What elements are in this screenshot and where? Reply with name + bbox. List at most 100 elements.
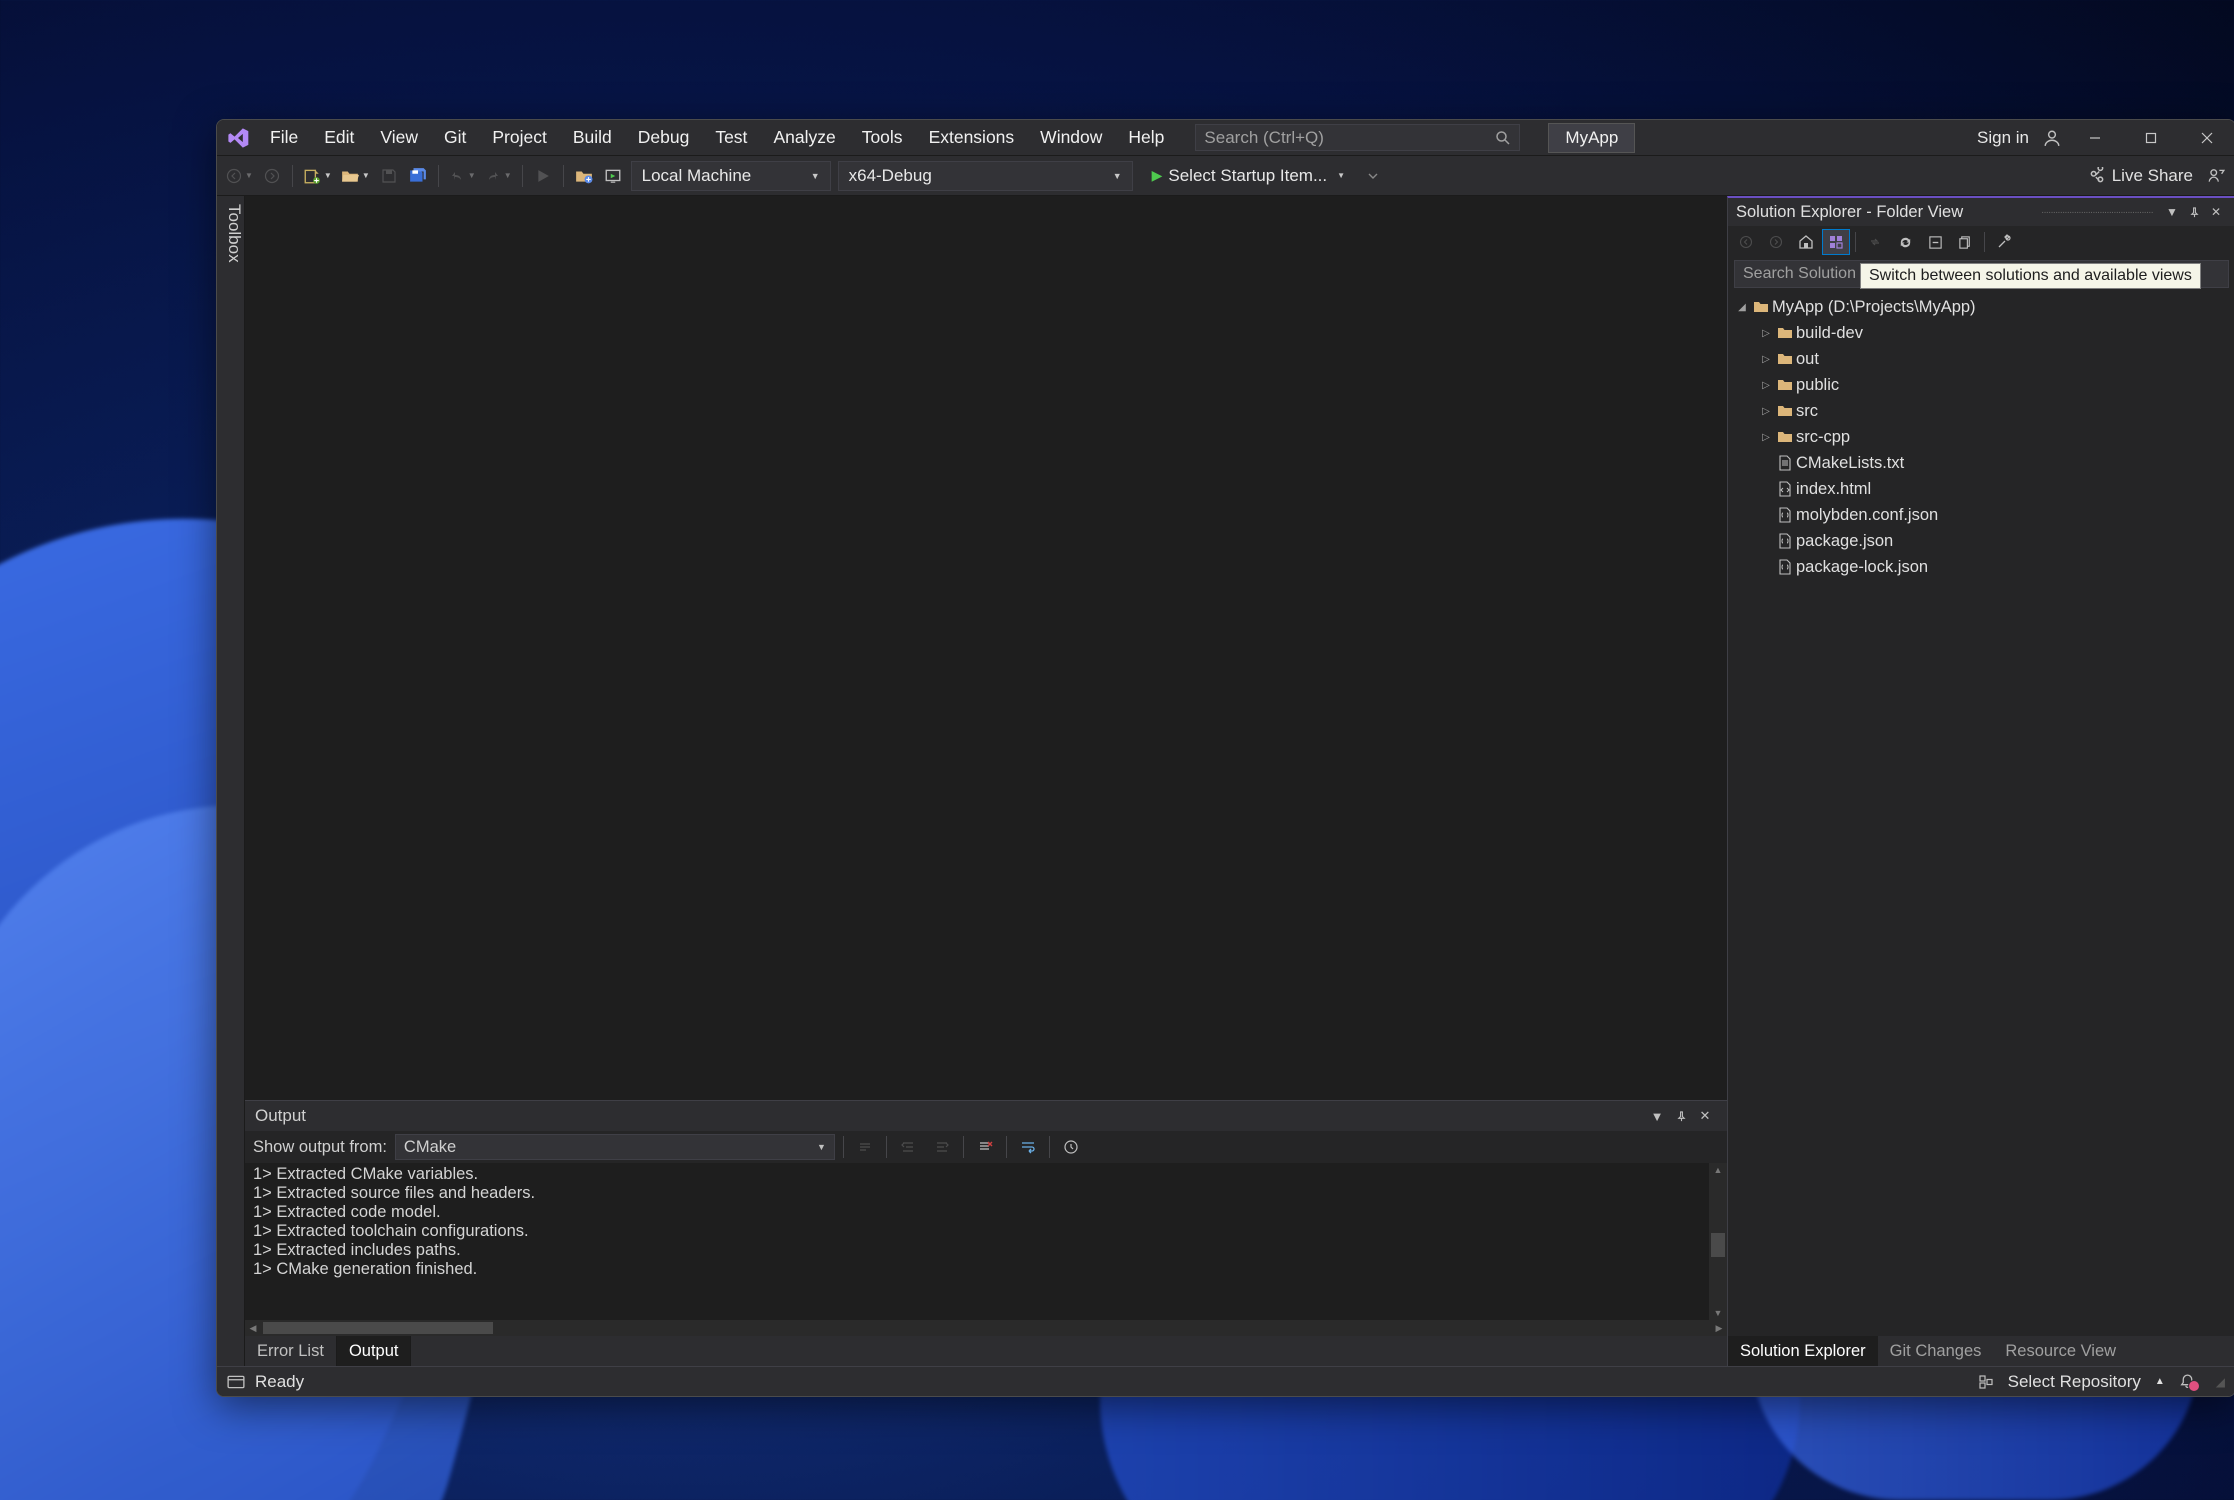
output-clear-button[interactable] <box>972 1133 998 1161</box>
repository-selector[interactable]: Select Repository <box>2008 1372 2141 1392</box>
save-all-button[interactable] <box>405 162 431 190</box>
source-control-icon[interactable] <box>1978 1374 1994 1390</box>
sol-collapse-all-button[interactable] <box>1921 229 1949 255</box>
menu-build[interactable]: Build <box>560 120 625 155</box>
feedback-button[interactable] <box>2203 162 2229 190</box>
output-icon[interactable] <box>227 1373 245 1391</box>
tree-folder[interactable]: ▷ src <box>1728 398 2234 424</box>
sol-switch-views-button[interactable] <box>1822 229 1850 255</box>
tree-file[interactable]: package.json <box>1728 528 2234 554</box>
chevron-up-icon[interactable]: ▲ <box>2155 1376 2165 1387</box>
output-find-prev-icon[interactable] <box>852 1133 878 1161</box>
tab-git-changes[interactable]: Git Changes <box>1878 1336 1994 1366</box>
redo-button[interactable]: ▼ <box>482 162 515 190</box>
sol-home-button[interactable] <box>1792 229 1820 255</box>
menu-project[interactable]: Project <box>479 120 559 155</box>
close-button[interactable] <box>2179 120 2234 156</box>
menu-window[interactable]: Window <box>1027 120 1115 155</box>
tab-solution-explorer[interactable]: Solution Explorer <box>1728 1336 1878 1366</box>
solution-configurations-button[interactable] <box>571 162 597 190</box>
collapse-icon[interactable]: ◢ <box>1734 302 1750 313</box>
start-debugging-button[interactable]: ▶ Select Startup Item... ▼ <box>1144 161 1353 191</box>
vs-logo-icon[interactable] <box>221 120 255 156</box>
tree-folder[interactable]: ▷ public <box>1728 372 2234 398</box>
notifications-icon[interactable] <box>2179 1373 2196 1390</box>
output-text-area[interactable]: 1> Extracted CMake variables.1> Extracte… <box>245 1163 1727 1336</box>
maximize-button[interactable] <box>2123 120 2179 156</box>
tree-file[interactable]: molybden.conf.json <box>1728 502 2234 528</box>
sol-sync-button[interactable] <box>1861 229 1889 255</box>
tab-output[interactable]: Output <box>337 1336 412 1366</box>
output-horizontal-scrollbar[interactable]: ◀ ▶ <box>245 1320 1727 1336</box>
tree-folder[interactable]: ▷ src-cpp <box>1728 424 2234 450</box>
expand-icon[interactable]: ▷ <box>1758 380 1774 391</box>
expand-icon[interactable]: ▷ <box>1758 432 1774 443</box>
tree-folder[interactable]: ▷ build-dev <box>1728 320 2234 346</box>
sign-in-link[interactable]: Sign in <box>1969 128 2037 148</box>
solution-name-badge[interactable]: MyApp <box>1548 123 1635 153</box>
scroll-thumb[interactable] <box>263 1322 493 1334</box>
menu-view[interactable]: View <box>367 120 431 155</box>
user-icon[interactable] <box>2037 129 2067 147</box>
tree-file[interactable]: package-lock.json <box>1728 554 2234 580</box>
menu-analyze[interactable]: Analyze <box>760 120 848 155</box>
main-area: Toolbox Output ▼ ✕ Show output from: CMa… <box>217 196 2234 1366</box>
sol-properties-button[interactable] <box>1990 229 2018 255</box>
sol-show-all-files-button[interactable] <box>1951 229 1979 255</box>
menu-test[interactable]: Test <box>702 120 760 155</box>
continue-button[interactable] <box>530 162 556 190</box>
output-vertical-scrollbar[interactable]: ▲ ▼ <box>1709 1163 1727 1320</box>
solution-search-input[interactable]: Search Solution Switch between solutions… <box>1734 260 2229 288</box>
folder-icon <box>1774 326 1796 340</box>
expand-icon[interactable]: ▷ <box>1758 406 1774 417</box>
output-line: 1> Extracted includes paths. <box>253 1241 1719 1260</box>
open-folder-button[interactable]: ▼ <box>338 162 373 190</box>
sol-dropdown-button[interactable]: ▼ <box>2161 205 2183 219</box>
expand-icon[interactable]: ▷ <box>1758 354 1774 365</box>
sol-pin-button[interactable] <box>2183 207 2205 218</box>
tab-resource-view[interactable]: Resource View <box>1993 1336 2128 1366</box>
save-button[interactable] <box>376 162 402 190</box>
sol-forward-button[interactable] <box>1762 229 1790 255</box>
toolbox-tab[interactable]: Toolbox <box>217 196 245 1366</box>
expand-icon[interactable]: ▷ <box>1758 328 1774 339</box>
resize-grip-icon[interactable]: ◢ <box>2216 1375 2225 1389</box>
sol-close-button[interactable]: ✕ <box>2205 205 2227 219</box>
nav-back-button[interactable]: ▼ <box>223 162 256 190</box>
menu-git[interactable]: Git <box>431 120 479 155</box>
menu-tools[interactable]: Tools <box>849 120 916 155</box>
output-source-combo[interactable]: CMake ▼ <box>395 1134 835 1160</box>
tree-file[interactable]: CMakeLists.txt <box>1728 450 2234 476</box>
output-pin-button[interactable] <box>1669 1111 1693 1122</box>
output-close-button[interactable]: ✕ <box>1693 1108 1717 1124</box>
output-line: 1> CMake generation finished. <box>253 1260 1719 1279</box>
sol-back-button[interactable] <box>1732 229 1760 255</box>
platform-combo[interactable]: x64-Debug ▼ <box>838 161 1133 191</box>
chevron-down-icon: ▼ <box>1113 171 1122 181</box>
launch-targets-button[interactable] <box>600 162 626 190</box>
nav-forward-button[interactable] <box>259 162 285 190</box>
tree-root[interactable]: ◢ MyApp (D:\Projects\MyApp) <box>1728 294 2234 320</box>
output-dropdown-button[interactable]: ▼ <box>1645 1109 1669 1124</box>
minimize-button[interactable] <box>2067 120 2123 156</box>
menu-file[interactable]: File <box>257 120 311 155</box>
debug-target-dropdown[interactable] <box>1360 162 1386 190</box>
configuration-combo[interactable]: Local Machine ▼ <box>631 161 831 191</box>
menu-debug[interactable]: Debug <box>625 120 703 155</box>
menu-extensions[interactable]: Extensions <box>916 120 1028 155</box>
menu-help[interactable]: Help <box>1115 120 1177 155</box>
output-indent-left-icon[interactable] <box>895 1133 921 1161</box>
output-word-wrap-button[interactable] <box>1015 1133 1041 1161</box>
live-share-button[interactable]: Live Share <box>2088 166 2193 186</box>
undo-button[interactable]: ▼ <box>446 162 479 190</box>
tree-folder[interactable]: ▷ out <box>1728 346 2234 372</box>
new-item-button[interactable]: ▼ <box>300 162 335 190</box>
output-indent-right-icon[interactable] <box>929 1133 955 1161</box>
menu-edit[interactable]: Edit <box>311 120 367 155</box>
scroll-thumb[interactable] <box>1711 1233 1725 1257</box>
global-search-input[interactable]: Search (Ctrl+Q) <box>1195 124 1520 151</box>
output-timestamps-button[interactable] <box>1058 1133 1084 1161</box>
sol-refresh-button[interactable] <box>1891 229 1919 255</box>
tab-error-list[interactable]: Error List <box>245 1336 337 1366</box>
tree-file[interactable]: index.html <box>1728 476 2234 502</box>
